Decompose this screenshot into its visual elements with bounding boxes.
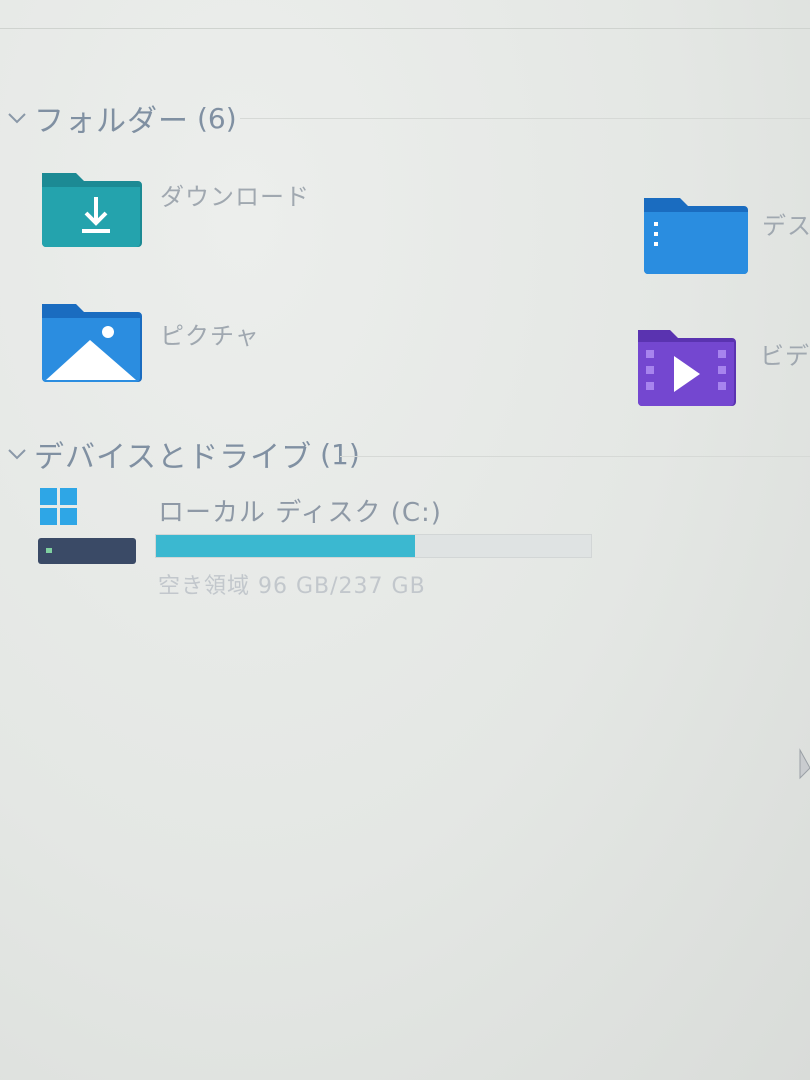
folder-label-desktop: デス [762, 212, 810, 240]
windows-drive-icon [38, 488, 136, 564]
chevron-down-icon [8, 449, 26, 460]
pictures-folder-icon [42, 304, 142, 382]
folders-group-count: (6) [197, 101, 237, 135]
drive-free-space: 空き領域 96 GB/237 GB [158, 574, 426, 599]
folders-group-title: フォルダー [34, 104, 189, 139]
folder-item-downloads[interactable]: ダウンロード [38, 165, 338, 255]
folder-item-pictures[interactable]: ピクチャ [38, 300, 338, 390]
folder-label-downloads: ダウンロード [160, 183, 310, 211]
mouse-cursor-icon [799, 748, 810, 780]
folders-group-header[interactable]: フォルダー (6) [6, 96, 237, 140]
devices-group-header[interactable]: デバイスとドライブ (1) [6, 432, 360, 476]
folder-label-pictures: ピクチャ [160, 322, 260, 350]
download-folder-icon [42, 173, 142, 247]
devices-header-line [340, 456, 810, 457]
desktop-folder-icon [644, 198, 748, 274]
top-divider [0, 28, 810, 29]
drive-usage-fill [156, 535, 415, 557]
videos-folder-icon [638, 330, 736, 406]
folder-label-videos: ビデオ [760, 342, 810, 370]
devices-group-title: デバイスとドライブ [34, 440, 313, 475]
devices-group-count: (1) [320, 437, 360, 471]
file-explorer-this-pc: フォルダー (6) ダウンロード デス ピクチャ ビデ デバイスとドライブ (1… [0, 0, 810, 1080]
folder-item-videos[interactable]: ビデオ [634, 326, 810, 416]
folders-header-line [240, 118, 810, 119]
drive-name: ローカル ディスク (C:) [158, 498, 442, 528]
chevron-down-icon [8, 113, 26, 124]
drive-usage-bar [155, 534, 592, 558]
folder-item-desktop[interactable]: デス [640, 192, 810, 282]
